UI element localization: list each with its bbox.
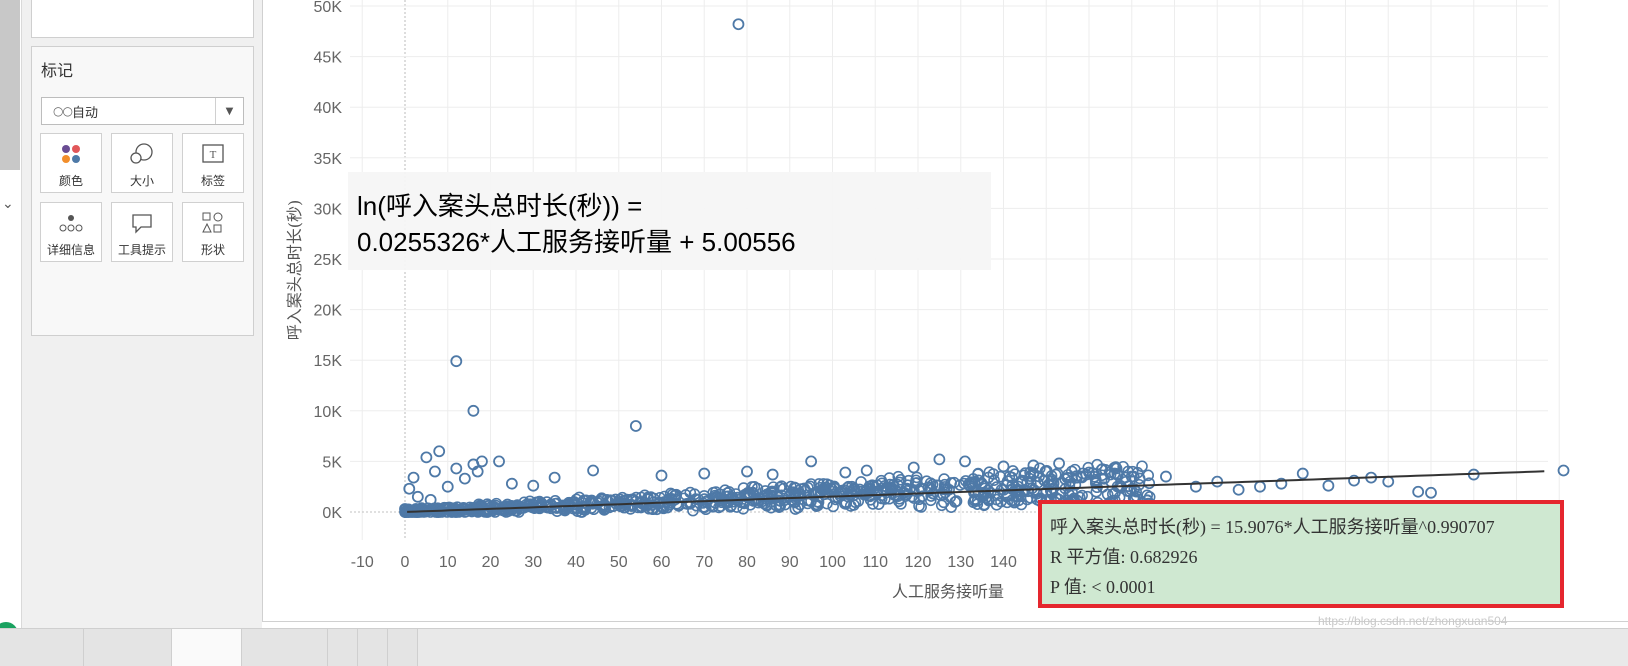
data-point: [732, 18, 745, 31]
y-axis-label: 呼入案头总时长(秒): [285, 200, 304, 341]
x-tick-label: 60: [653, 554, 671, 571]
data-point: [1160, 470, 1172, 483]
x-tick-label: 0: [401, 554, 410, 571]
x-tick-label: 130: [947, 554, 974, 571]
data-point: [1412, 485, 1425, 498]
x-tick-label: 120: [905, 554, 932, 571]
y-tick-label: 50K: [314, 0, 343, 16]
data-point: [433, 445, 446, 458]
y-tick-label: 30K: [314, 201, 343, 218]
data-point: [839, 466, 852, 479]
y-tick-label: 35K: [314, 151, 343, 168]
y-tick-label: 20K: [314, 303, 343, 320]
x-tick-label: -10: [351, 554, 374, 571]
data-point: [548, 471, 561, 484]
y-tick-label: 25K: [314, 252, 343, 269]
sheet-tab-bar: [0, 628, 1628, 666]
data-point: [860, 464, 873, 477]
x-tick-label: 90: [781, 554, 799, 571]
x-axis-label: 人工服务接听量: [892, 582, 1004, 601]
data-point: [629, 420, 642, 432]
trend-line-tooltip: 呼入案头总时长(秒) = 15.9076*人工服务接听量^0.990707 R …: [1038, 500, 1564, 608]
x-tick-label: 100: [819, 554, 846, 571]
new-story-tab[interactable]: [388, 629, 418, 666]
x-tick-label: 30: [524, 554, 542, 571]
y-tick-label: 40K: [314, 100, 343, 117]
sheet-tab[interactable]: [84, 629, 172, 666]
data-point: [935, 499, 948, 512]
x-tick-label: 50: [610, 554, 628, 571]
x-tick-label: 40: [567, 554, 585, 571]
data-point: [450, 355, 463, 368]
data-point: [429, 465, 441, 478]
y-tick-label: 45K: [314, 50, 343, 67]
data-point: [766, 468, 779, 481]
regression-annotation: ln(呼入案头总时长(秒)) = 0.0255326*人工服务接听量 + 5.0…: [348, 172, 991, 270]
y-tick-label: 5K: [322, 454, 342, 471]
x-tick-label: 20: [482, 554, 500, 571]
data-point: [1053, 457, 1065, 470]
data-point: [1557, 464, 1570, 477]
data-point: [407, 471, 420, 484]
x-tick-label: 140: [990, 554, 1017, 571]
new-sheet-tab[interactable]: [328, 629, 358, 666]
data-point: [1322, 479, 1335, 492]
x-tick-label: 80: [738, 554, 756, 571]
y-tick-label: 15K: [314, 353, 343, 370]
tooltip-equation: 呼入案头总时长(秒) = 15.9076*人工服务接听量^0.990707: [1050, 517, 1495, 537]
x-tick-label: 10: [439, 554, 457, 571]
tooltip-p-value: P 值: < 0.0001: [1050, 577, 1156, 597]
sheet-tab[interactable]: [0, 629, 84, 666]
data-point: [458, 472, 471, 485]
watermark: https://blog.csdn.net/zhongxuan504: [1318, 614, 1508, 628]
data-point: [933, 453, 946, 466]
equation-line-2: 0.0255326*人工服务接听量 + 5.00556: [357, 227, 796, 257]
data-point: [403, 482, 416, 495]
sheet-tab[interactable]: [242, 629, 328, 666]
tooltip-r-squared: R 平方值: 0.682926: [1050, 547, 1198, 567]
data-point: [505, 477, 518, 490]
data-point: [907, 461, 920, 474]
data-point: [587, 464, 599, 477]
data-point: [1232, 483, 1245, 496]
equation-line-1: ln(呼入案头总时长(秒)) =: [357, 191, 643, 221]
x-tick-label: 110: [862, 554, 888, 571]
y-tick-label: 10K: [314, 404, 343, 421]
y-tick-label: 0K: [322, 505, 342, 522]
new-dashboard-tab[interactable]: [358, 629, 388, 666]
sheet-tab-active[interactable]: [172, 629, 242, 666]
x-tick-label: 70: [695, 554, 713, 571]
data-point: [411, 490, 424, 503]
data-point: [450, 462, 463, 475]
data-point: [420, 451, 433, 464]
